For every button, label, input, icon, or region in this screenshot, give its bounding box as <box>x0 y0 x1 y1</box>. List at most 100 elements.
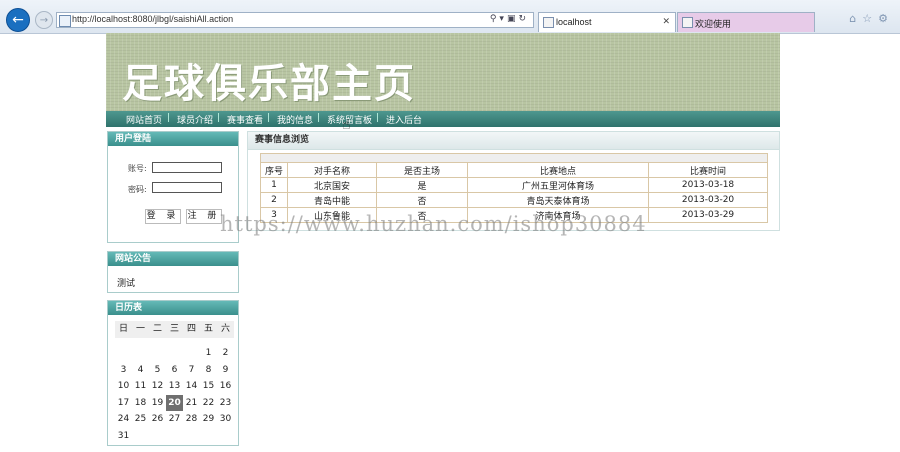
calendar-day-today[interactable]: 20 <box>166 394 183 411</box>
weekday: 日 <box>118 324 128 334</box>
calendar-day[interactable]: 13 <box>166 378 183 395</box>
calendar-day[interactable]: 16 <box>217 378 234 395</box>
table-cell: 2013-03-29 <box>648 207 768 223</box>
calendar-panel-title: 日历表 <box>108 301 238 315</box>
tab-favicon-icon <box>543 17 554 28</box>
weekday: 一 <box>135 324 145 334</box>
calendar-day[interactable]: 7 <box>183 362 200 379</box>
nav-separator: | <box>267 113 271 123</box>
calendar-day[interactable]: 10 <box>115 378 132 395</box>
register-button[interactable]: 注 册 <box>186 209 222 224</box>
calendar-week: 24 25 26 27 28 29 30 <box>115 411 234 428</box>
gear-icon[interactable]: ⚙ <box>878 12 894 25</box>
table-cell: 青岛中能 <box>287 192 377 208</box>
calendar-day[interactable]: 28 <box>183 411 200 428</box>
calendar-day[interactable]: 25 <box>132 411 149 428</box>
browser-tab-welcome[interactable]: 欢迎使用 <box>677 12 815 32</box>
back-button[interactable]: ← <box>6 8 30 32</box>
table-caption-row <box>260 153 768 163</box>
col-header: 序号 <box>260 162 288 178</box>
table-cell: 2013-03-20 <box>648 192 768 208</box>
table-cell: 青岛天泰体育场 <box>467 192 649 208</box>
nav-item-admin[interactable]: 进入后台 <box>386 113 422 126</box>
calendar-weeks: 1 2 3 4 5 6 7 8 9 10 11 12 13 14 15 16 17 18 19 20 21 22 23 24 2… <box>115 345 234 444</box>
login-button[interactable]: 登 录 <box>145 209 181 224</box>
table-cell: 2013-03-18 <box>648 177 768 193</box>
calendar-day[interactable]: 27 <box>166 411 183 428</box>
calendar-day[interactable]: 4 <box>132 362 149 379</box>
calendar-day[interactable]: 15 <box>200 378 217 395</box>
site-banner: 足球俱乐部主页 <box>106 33 780 111</box>
calendar-day <box>183 345 200 362</box>
forward-button[interactable]: → <box>35 11 53 29</box>
star-icon[interactable]: ☆ <box>862 12 878 25</box>
browser-right-icons: ⌂☆⚙ <box>849 12 894 25</box>
table-header-row: 序号 对手名称 是否主场 比赛地点 比赛时间 <box>260 162 768 178</box>
calendar-day[interactable]: 31 <box>115 428 132 445</box>
calendar-day[interactable]: 29 <box>200 411 217 428</box>
table-row: 2 青岛中能否青岛天泰体育场 2013-03-20 <box>260 192 768 208</box>
calendar-day <box>115 345 132 362</box>
nav-separator: | <box>376 113 380 123</box>
calendar-day[interactable]: 24 <box>115 411 132 428</box>
notice-text: 测试 <box>117 279 136 289</box>
address-bar[interactable]: http://localhost:8080/jlbgl/saishiAll.ac… <box>56 12 534 28</box>
nav-item-home[interactable]: 网站首页 <box>126 113 162 126</box>
calendar-day[interactable]: 23 <box>217 395 234 412</box>
weekday: 四 <box>186 324 196 334</box>
tab-label: localhost <box>556 17 592 27</box>
col-header: 比赛地点 <box>467 162 649 178</box>
calendar-day <box>200 428 217 445</box>
calendar-day[interactable]: 18 <box>132 395 149 412</box>
table-cell: 否 <box>376 192 468 208</box>
calendar-day[interactable]: 19 <box>149 395 166 412</box>
calendar-day[interactable]: 5 <box>149 362 166 379</box>
calendar-day[interactable]: 22 <box>200 395 217 412</box>
calendar-day[interactable]: 6 <box>166 362 183 379</box>
calendar-day[interactable]: 17 <box>115 395 132 412</box>
nav-separator: | <box>167 113 171 123</box>
tab-label: 欢迎使用 <box>695 19 732 29</box>
account-input[interactable] <box>152 162 222 173</box>
weekday: 五 <box>203 324 213 334</box>
nav-item-matches[interactable]: 赛事查看 <box>227 113 263 126</box>
calendar-day <box>166 428 183 445</box>
calendar-day[interactable]: 2 <box>217 345 234 362</box>
nav-item-my-info[interactable]: 我的信息 <box>277 113 313 126</box>
address-controls-icon[interactable]: ⚲▾▣↻ <box>490 14 529 24</box>
calendar-day[interactable]: 3 <box>115 362 132 379</box>
address-url[interactable]: http://localhost:8080/jlbgl/saishiAll.ac… <box>72 14 233 24</box>
weekday: 三 <box>169 324 179 334</box>
calendar-day[interactable]: 21 <box>183 395 200 412</box>
main-nav: 网站首页 | 球员介绍 | 赛事查看 | 我的信息 | 系统留言板 | 进入后台 <box>106 111 780 127</box>
home-icon[interactable]: ⌂ <box>849 12 862 25</box>
calendar-panel: 日历表 日 一 二 三 四 五 六 1 2 3 4 5 6 7 8 9 10 11 12 13 14 15 1… <box>107 300 239 446</box>
calendar-day[interactable]: 14 <box>183 378 200 395</box>
calendar-day[interactable]: 30 <box>217 411 234 428</box>
site-title: 足球俱乐部主页 <box>122 61 416 107</box>
calendar-day[interactable]: 8 <box>200 362 217 379</box>
password-input[interactable] <box>152 182 222 193</box>
calendar-day[interactable]: 12 <box>149 378 166 395</box>
calendar-day[interactable]: 1 <box>200 345 217 362</box>
nav-item-players[interactable]: 球员介绍 <box>177 113 213 126</box>
calendar-day[interactable]: 26 <box>149 411 166 428</box>
browser-tab-localhost[interactable]: localhost ✕ <box>538 12 676 32</box>
col-header: 对手名称 <box>287 162 377 178</box>
calendar-week: 12 <box>115 345 234 362</box>
calendar-grid: 日 一 二 三 四 五 六 1 2 3 4 5 6 7 8 9 10 11 12 13 14 15 16 17 1… <box>115 321 234 444</box>
calendar-week: 17 18 19 20 21 22 23 <box>115 394 234 412</box>
nav-separator: | <box>217 113 221 123</box>
watermark-text: https://www.huzhan.com/ishop30884 <box>220 212 647 236</box>
close-tab-icon[interactable]: ✕ <box>662 16 670 27</box>
calendar-week: 3456789 <box>115 362 234 379</box>
browser-toolbar: ← → http://localhost:8080/jlbgl/saishiAl… <box>0 0 900 34</box>
table-row: 1 北京国安是广州五里河体育场 2013-03-18 <box>260 177 768 193</box>
weekday: 二 <box>152 324 162 334</box>
calendar-day <box>132 428 149 445</box>
table-cell: 是 <box>376 177 468 193</box>
calendar-day[interactable]: 11 <box>132 378 149 395</box>
calendar-week: 10 11 12 13 14 15 16 <box>115 378 234 395</box>
col-header: 比赛时间 <box>648 162 768 178</box>
calendar-day[interactable]: 9 <box>217 362 234 379</box>
